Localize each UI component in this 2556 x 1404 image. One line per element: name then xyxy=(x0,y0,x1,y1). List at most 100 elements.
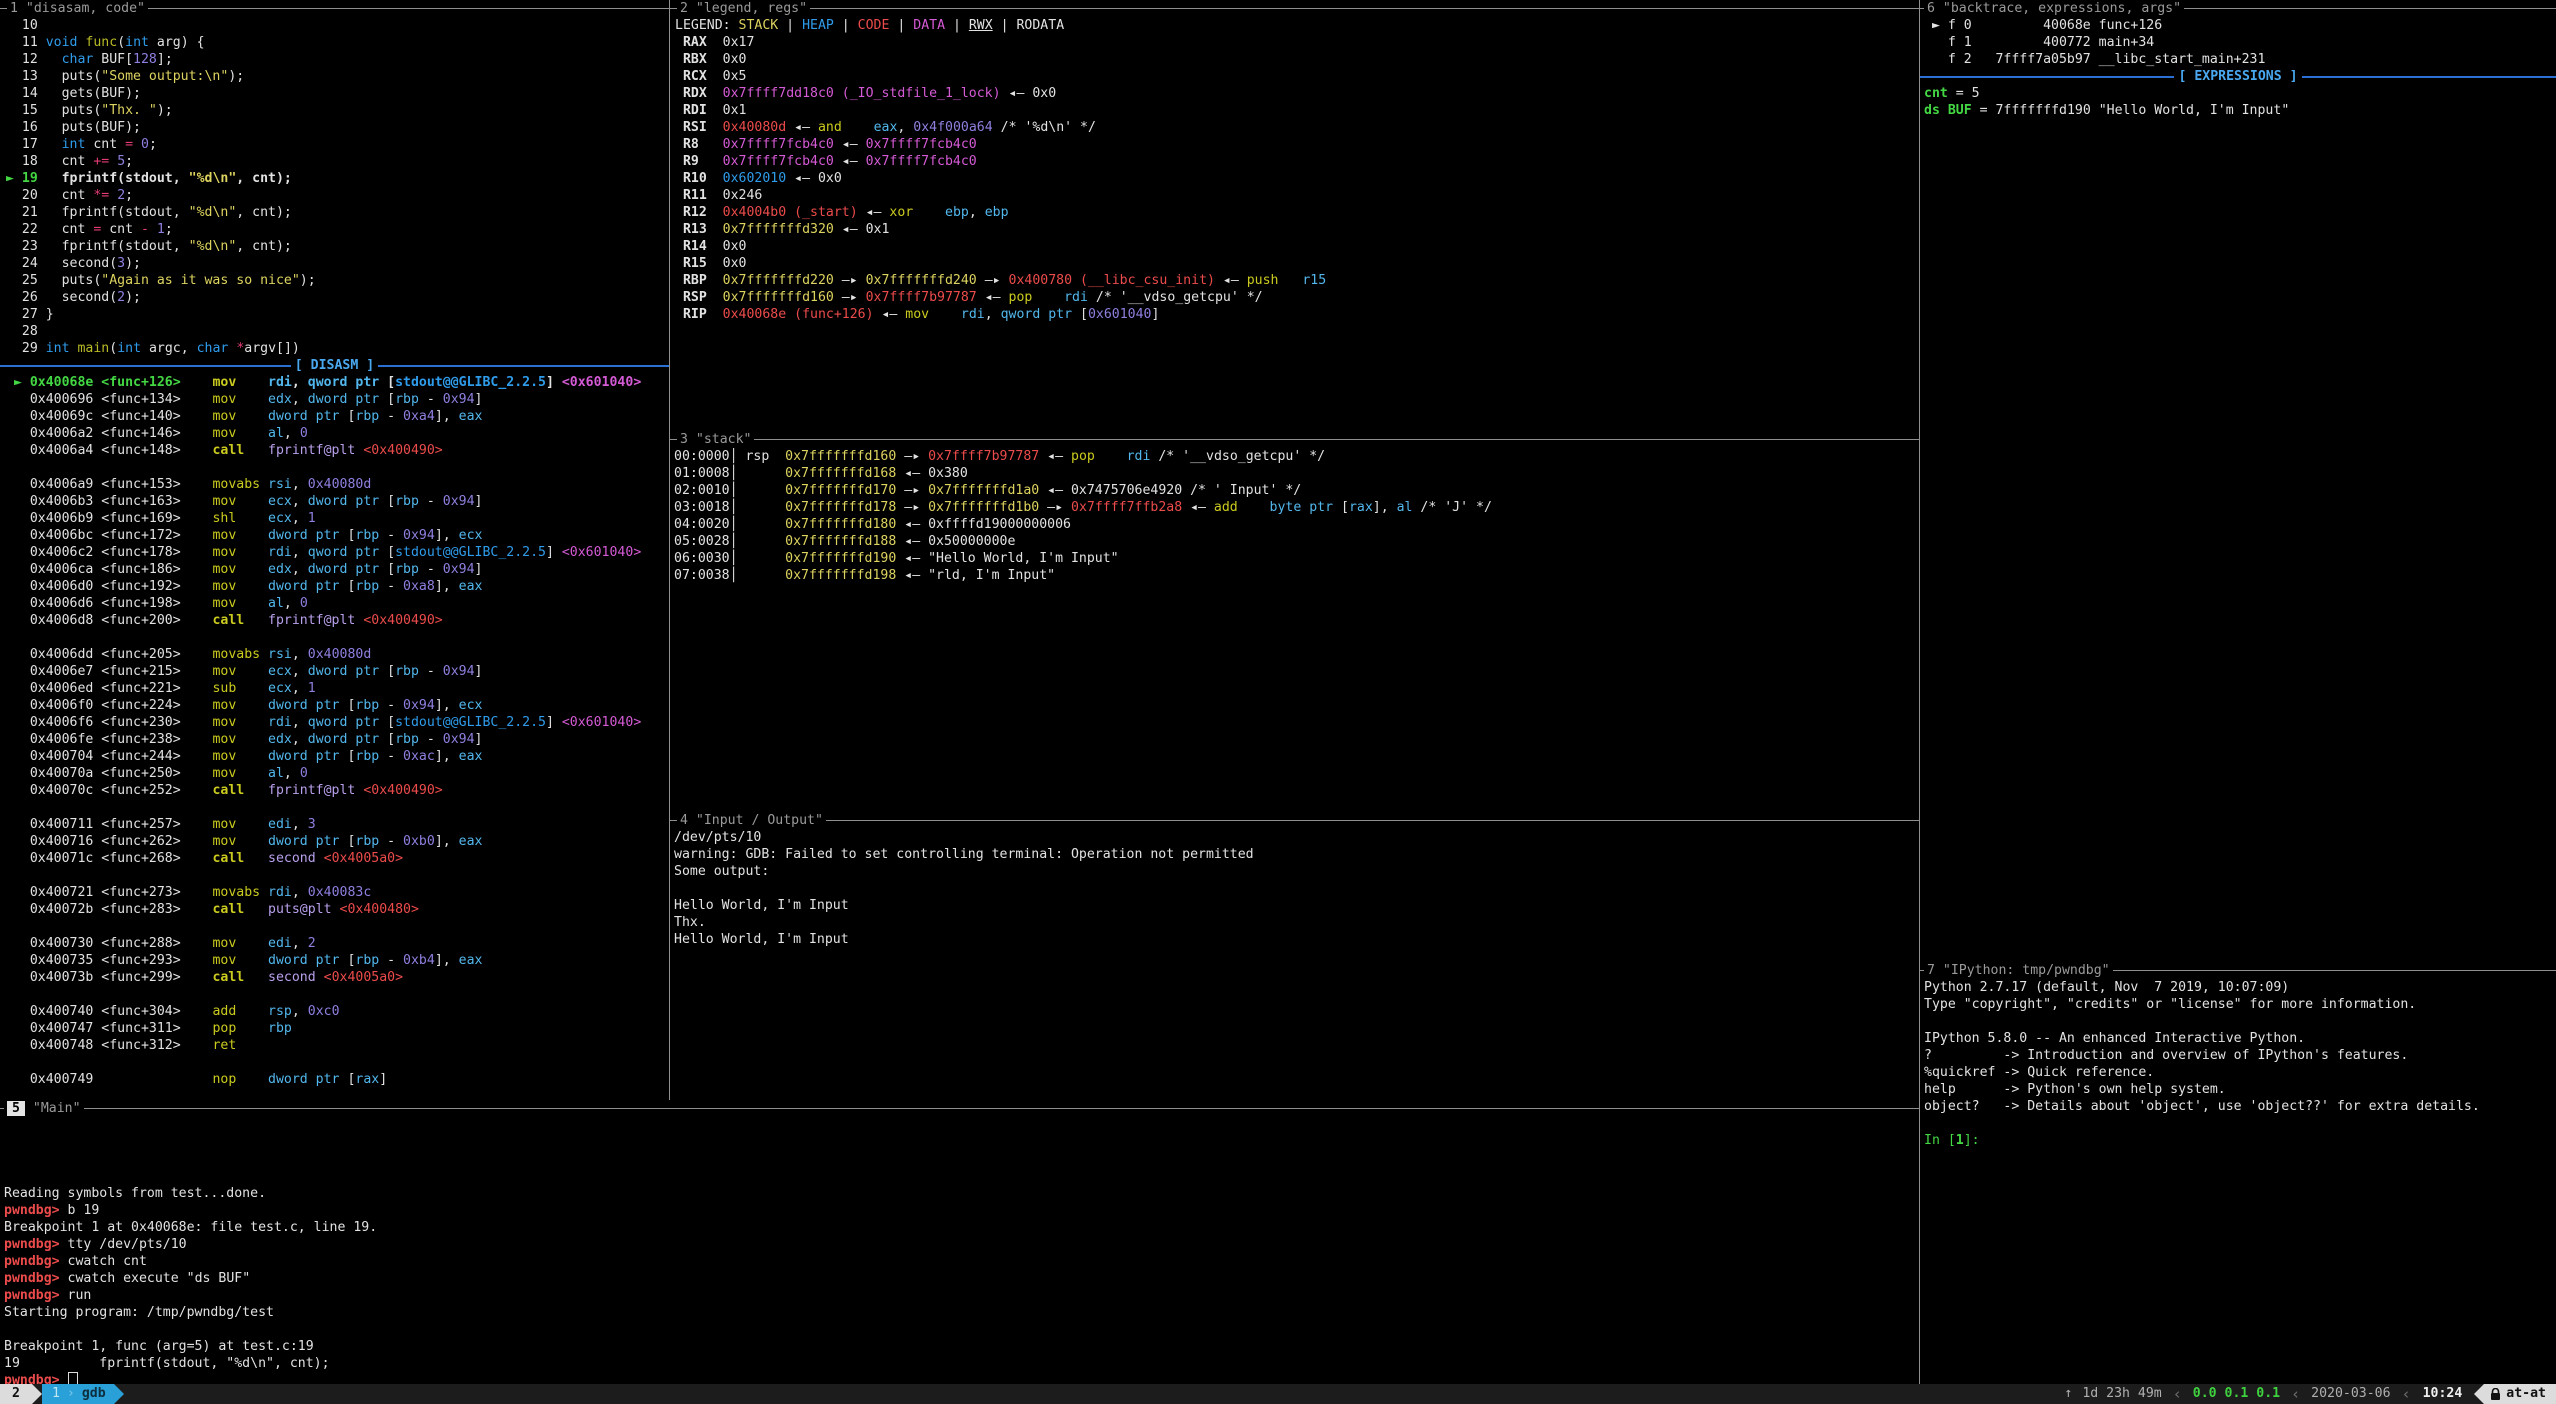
terminal-line: IPython 5.8.0 -- An enhanced Interactive… xyxy=(1924,1030,2556,1047)
terminal-line: 06:0030│ 0x7fffffffd190 ◂— "Hello World,… xyxy=(674,550,1919,567)
terminal-line: 0x400696 <func+134> mov edx, dword ptr [… xyxy=(6,391,669,408)
terminal-line: 0x4006a2 <func+146> mov al, 0 xyxy=(6,425,669,442)
pane-title: 5 "Main" xyxy=(4,1100,84,1117)
terminal-line: 0x40070a <func+250> mov al, 0 xyxy=(6,765,669,782)
terminal-line: 21 fprintf(stdout, "%d\n", cnt); xyxy=(6,204,669,221)
pane-title: 7 "IPython: tmp/pwndbg" xyxy=(1924,962,2113,979)
disasm-divider-label: [ DISASM ] xyxy=(291,358,378,373)
terminal-line: 0x4006dd <func+205> movabs rsi, 0x40080d xyxy=(6,646,669,663)
terminal-line: Thx. xyxy=(674,914,1919,931)
expressions-divider-label: [ EXPRESSIONS ] xyxy=(2174,69,2301,84)
terminal-line: 0x400740 <func+304> add rsp, 0xc0 xyxy=(6,1003,669,1020)
terminal-line: 01:0008│ 0x7fffffffd168 ◂— 0x380 xyxy=(674,465,1919,482)
terminal-line: 0x400711 <func+257> mov edi, 3 xyxy=(6,816,669,833)
window-index: 1 xyxy=(52,1384,60,1404)
terminal-line: 05:0028│ 0x7fffffffd188 ◂— 0x50000000e xyxy=(674,533,1919,550)
terminal-line: 28 xyxy=(6,323,669,340)
terminal-line: 26 second(2); xyxy=(6,289,669,306)
pane-title: 6 "backtrace, expressions, args" xyxy=(1924,0,2184,17)
terminal-line xyxy=(6,1054,669,1071)
terminal-line xyxy=(4,1134,1919,1151)
terminal-line: pwndbg> cwatch cnt xyxy=(4,1253,1919,1270)
terminal-line: R14 0x0 xyxy=(675,238,1919,255)
terminal-line: 13 puts("Some output:\n"); xyxy=(6,68,669,85)
terminal-line xyxy=(6,867,669,884)
terminal-line: ► f 0 40068e func+126 xyxy=(1924,17,2556,34)
status-bar-right: ↑ 1d 23h 49m ‹ 0.0 0.1 0.1 ‹ 2020-03-06 … xyxy=(2059,1384,2556,1404)
terminal-line: 0x4006a4 <func+148> call fprintf@plt <0x… xyxy=(6,442,669,459)
terminal-line: 0x40070c <func+252> call fprintf@plt <0x… xyxy=(6,782,669,799)
chevron-left-icon: ‹ xyxy=(2402,1384,2411,1404)
terminal-line: 0x4006ed <func+221> sub ecx, 1 xyxy=(6,680,669,697)
hostname-badge: at-at xyxy=(2484,1384,2556,1404)
terminal-line: cnt = 5 xyxy=(1924,85,2556,102)
terminal-line: RSP 0x7fffffffd160 —▸ 0x7ffff7b97787 ◂— … xyxy=(675,289,1919,306)
terminal-line: 0x4006d6 <func+198> mov al, 0 xyxy=(6,595,669,612)
terminal-line: 0x4006d8 <func+200> call fprintf@plt <0x… xyxy=(6,612,669,629)
terminal-line: 07:0038│ 0x7fffffffd198 ◂— "rld, I'm Inp… xyxy=(674,567,1919,584)
terminal-line: warning: GDB: Failed to set controlling … xyxy=(674,846,1919,863)
pane-main-titlebar: 5 "Main" xyxy=(0,1100,1919,1117)
terminal-line xyxy=(6,799,669,816)
terminal-line: pwndbg> xyxy=(4,1372,1919,1384)
program-output: /dev/pts/10warning: GDB: Failed to set c… xyxy=(670,829,1919,948)
terminal-line: ► 0x40068e <func+126> mov rdi, qword ptr… xyxy=(6,374,669,391)
terminal-line: 0x4006d0 <func+192> mov dword ptr [rbp -… xyxy=(6,578,669,595)
pane-input-output-titlebar: 4 "Input / Output" xyxy=(670,812,1919,829)
expressions-section-divider: [ EXPRESSIONS ] xyxy=(1920,68,2556,85)
terminal-line: R8 0x7ffff7fcb4c0 ◂— 0x7ffff7fcb4c0 xyxy=(675,136,1919,153)
terminal-line xyxy=(6,459,669,476)
tmux-session-badge[interactable]: 2 xyxy=(0,1384,32,1404)
pane-title: 1 "disasam, code" xyxy=(7,0,148,17)
terminal-line xyxy=(4,1151,1919,1168)
terminal-line: 11 void func(int arg) { xyxy=(6,34,669,51)
gdb-console[interactable]: Reading symbols from test...done. pwndbg>… xyxy=(0,1117,1919,1384)
terminal-line: 0x4006c2 <func+178> mov rdi, qword ptr [… xyxy=(6,544,669,561)
terminal-line: Type "copyright", "credits" or "license"… xyxy=(1924,996,2556,1013)
tmux-pwndbg-screen: 1 "disasam, code" 10 11 void func(int ar… xyxy=(0,0,2556,1404)
pane-disasm-code-titlebar: 1 "disasam, code" xyxy=(0,0,669,17)
terminal-line: 10 xyxy=(6,17,669,34)
pane-backtrace-expressions: 6 "backtrace, expressions, args" ► f 0 4… xyxy=(1920,0,2556,962)
terminal-line: Breakpoint 1 at 0x40068e: file test.c, l… xyxy=(4,1219,1919,1236)
terminal-line: 02:0010│ 0x7fffffffd170 —▸ 0x7fffffffd1a… xyxy=(674,482,1919,499)
disasm-section-divider: [ DISASM ] xyxy=(0,357,669,374)
terminal-line: 0x4006e7 <func+215> mov ecx, dword ptr [… xyxy=(6,663,669,680)
terminal-line: LEGEND: STACK | HEAP | CODE | DATA | RWX… xyxy=(675,17,1919,34)
registers-listing: LEGEND: STACK | HEAP | CODE | DATA | RWX… xyxy=(670,17,1919,323)
terminal-line: 0x40071c <func+268> call second <0x4005a… xyxy=(6,850,669,867)
pane-disasm-code: 1 "disasam, code" 10 11 void func(int ar… xyxy=(0,0,669,1100)
terminal-line: 24 second(3); xyxy=(6,255,669,272)
pane-title: 3 "stack" xyxy=(677,431,754,448)
terminal-line: Starting program: /tmp/pwndbg/test xyxy=(4,1304,1919,1321)
tmux-status-bar: 2 1 › gdb ↑ 1d 23h 49m ‹ 0.0 0.1 0.1 ‹ 2… xyxy=(0,1384,2556,1404)
terminal-line: R9 0x7ffff7fcb4c0 ◂— 0x7ffff7fcb4c0 xyxy=(675,153,1919,170)
pane-border-vertical-left[interactable] xyxy=(669,0,670,1100)
ipython-console[interactable]: Python 2.7.17 (default, Nov 7 2019, 10:0… xyxy=(1920,979,2556,1149)
terminal-line: Hello World, I'm Input xyxy=(674,897,1919,914)
terminal-line: 0x400747 <func+311> pop rbp xyxy=(6,1020,669,1037)
terminal-line: R13 0x7fffffffd320 ◂— 0x1 xyxy=(675,221,1919,238)
terminal-line: f 2 7ffff7a05b97 __libc_start_main+231 xyxy=(1924,51,2556,68)
pane-border-vertical-right[interactable] xyxy=(1919,0,1920,1384)
uptime-arrow-icon: ↑ xyxy=(2064,1384,2072,1404)
pane-ipython-titlebar: 7 "IPython: tmp/pwndbg" xyxy=(1920,962,2556,979)
terminal-line: Hello World, I'm Input xyxy=(674,931,1919,948)
terminal-line: 27 } xyxy=(6,306,669,323)
pane-backtrace-titlebar: 6 "backtrace, expressions, args" xyxy=(1920,0,2556,17)
terminal-line: RDX 0x7ffff7dd18c0 (_IO_stdfile_1_lock) … xyxy=(675,85,1919,102)
stack-listing: 00:0000│ rsp 0x7fffffffd160 —▸ 0x7ffff7b… xyxy=(670,448,1919,584)
terminal-line: Reading symbols from test...done. xyxy=(4,1185,1919,1202)
terminal-line: Breakpoint 1, func (arg=5) at test.c:19 xyxy=(4,1338,1919,1355)
hostname-text: at-at xyxy=(2506,1384,2546,1404)
powerline-arrow-icon xyxy=(114,1384,124,1404)
terminal-line: 0x40072b <func+283> call puts@plt <0x400… xyxy=(6,901,669,918)
terminal-line xyxy=(6,629,669,646)
tmux-window-tab[interactable]: 1 › gdb xyxy=(42,1384,114,1404)
terminal-line: pwndbg> tty /dev/pts/10 xyxy=(4,1236,1919,1253)
terminal-line: 0x400735 <func+293> mov dword ptr [rbp -… xyxy=(6,952,669,969)
pane-stack: 3 "stack" 00:0000│ rsp 0x7fffffffd160 —▸… xyxy=(670,431,1919,812)
backtrace-listing: ► f 0 40068e func+126 f 1 400772 main+34… xyxy=(1920,17,2556,68)
terminal-line: object? -> Details about 'object', use '… xyxy=(1924,1098,2556,1115)
terminal-line: help -> Python's own help system. xyxy=(1924,1081,2556,1098)
